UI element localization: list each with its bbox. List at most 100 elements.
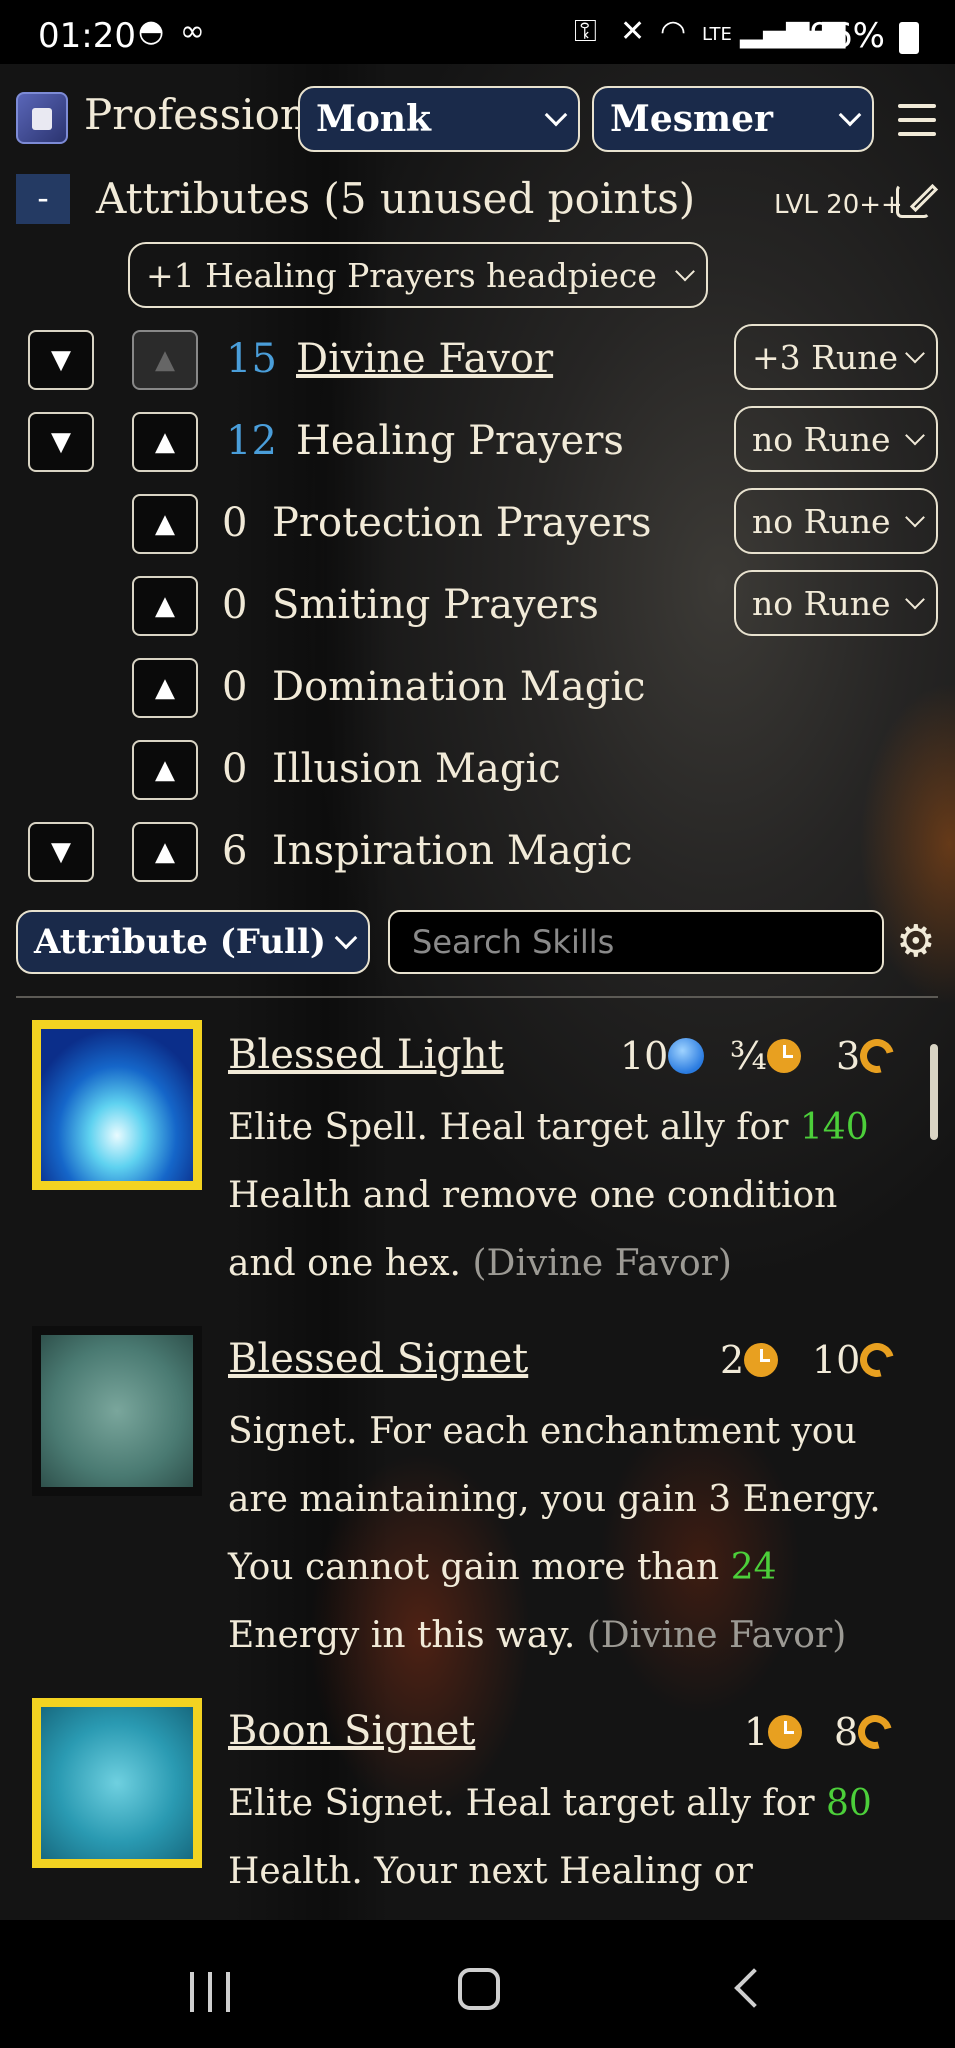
attribute-name: Healing Prayers bbox=[296, 418, 624, 464]
headpiece-select[interactable]: +1 Healing Prayers headpiece bbox=[128, 242, 708, 308]
scrollbar-thumb[interactable] bbox=[930, 1044, 938, 1140]
secondary-profession-select[interactable]: Mesmer bbox=[592, 86, 874, 152]
attribute-name: Domination Magic bbox=[272, 664, 646, 710]
skill-description: Signet. For each enchantment you are mai… bbox=[228, 1398, 908, 1670]
skill-sort-value: Attribute (Full) bbox=[34, 922, 326, 962]
desc-value: 24 bbox=[730, 1547, 777, 1588]
chevron-down-icon bbox=[905, 507, 925, 528]
primary-profession-select[interactable]: Monk bbox=[298, 86, 580, 152]
skill-name-link[interactable]: Boon Signet bbox=[228, 1708, 475, 1754]
increase-divine-favor-button[interactable]: ▲ bbox=[132, 330, 198, 390]
desc-text: Signet. For each enchantment you are mai… bbox=[228, 1411, 881, 1588]
skill-attribute: (Divine Favor) bbox=[472, 1243, 732, 1284]
increase-smiting-prayers-button[interactable]: ▲ bbox=[132, 576, 198, 636]
decrease-healing-prayers-button[interactable]: ▼ bbox=[28, 412, 94, 472]
skill-attribute: (Divine Favor) bbox=[586, 1615, 847, 1656]
search-placeholder: Search Skills bbox=[412, 923, 615, 961]
attribute-value: 15 bbox=[226, 336, 277, 382]
attribute-value: 0 bbox=[222, 664, 248, 710]
decrease-inspiration-magic-button[interactable]: ▼ bbox=[28, 822, 94, 882]
desc-text: Energy in this way. bbox=[228, 1615, 587, 1656]
increase-illusion-magic-button[interactable]: ▲ bbox=[132, 740, 198, 800]
desc-text: Health. Your next Healing or bbox=[228, 1851, 753, 1892]
collapse-attributes-button[interactable]: - bbox=[16, 174, 70, 224]
chevron-down-icon bbox=[544, 103, 568, 127]
headpiece-value: +1 Healing Prayers headpiece bbox=[146, 255, 657, 295]
rune-select-smiting-prayers[interactable]: no Rune bbox=[734, 570, 938, 636]
chevron-down-icon bbox=[905, 589, 925, 610]
recent-apps-icon[interactable] bbox=[190, 1972, 234, 2012]
recharge-time: 10 bbox=[812, 1336, 901, 1384]
save-build-icon[interactable] bbox=[16, 92, 68, 144]
recharge-value: 10 bbox=[812, 1338, 861, 1382]
skill-sort-select[interactable]: Attribute (Full) bbox=[16, 910, 370, 974]
chevron-down-icon bbox=[838, 103, 862, 127]
desc-value: 140 bbox=[799, 1107, 869, 1148]
link-icon: ∞ bbox=[180, 14, 205, 49]
desc-text: Elite Signet. Heal target ally for bbox=[228, 1783, 827, 1824]
increase-inspiration-magic-button[interactable]: ▲ bbox=[132, 822, 198, 882]
status-time: 01:20 bbox=[38, 16, 136, 56]
rune-value: no Rune bbox=[752, 583, 891, 623]
attribute-name: Illusion Magic bbox=[272, 746, 561, 792]
rune-select-healing-prayers[interactable]: no Rune bbox=[734, 406, 938, 472]
blessed-signet-skill-icon bbox=[32, 1326, 202, 1496]
skill-description: Elite Signet. Heal target ally for 80 He… bbox=[228, 1770, 908, 1906]
rune-select-protection-prayers[interactable]: no Rune bbox=[734, 488, 938, 554]
cast-time: ¾ bbox=[730, 1034, 801, 1078]
attribute-name: Inspiration Magic bbox=[272, 828, 633, 874]
energy-icon bbox=[668, 1038, 705, 1074]
primary-profession-value: Monk bbox=[316, 98, 431, 140]
recharge-time: 8 bbox=[834, 1708, 899, 1756]
attribute-name: Protection Prayers bbox=[272, 500, 652, 546]
gear-icon[interactable]: ⚙ bbox=[896, 920, 940, 964]
increase-protection-prayers-button[interactable]: ▲ bbox=[132, 494, 198, 554]
skill-name-link[interactable]: Blessed Signet bbox=[228, 1336, 528, 1382]
search-skills-input[interactable]: Search Skills bbox=[388, 910, 884, 974]
attribute-value: 0 bbox=[222, 500, 248, 546]
edit-icon[interactable] bbox=[896, 178, 939, 220]
home-icon[interactable] bbox=[458, 1968, 500, 2010]
attribute-value: 12 bbox=[226, 418, 277, 464]
recharge-icon bbox=[853, 1032, 901, 1080]
skill-description: Elite Spell. Heal target ally for 140 He… bbox=[228, 1094, 908, 1298]
recharge-icon bbox=[854, 1336, 901, 1384]
cast-time: 1 bbox=[744, 1710, 803, 1754]
decrease-divine-favor-button[interactable]: ▼ bbox=[28, 330, 94, 390]
attributes-title: Attributes (5 unused points) bbox=[96, 174, 696, 223]
rune-value: no Rune bbox=[752, 501, 891, 541]
attribute-value: 0 bbox=[222, 582, 248, 628]
status-bar: 01:20 ◓ ∞ ⚿ ✕ ◠ LTE ▂▄▆ ▂▄▆ 96% bbox=[0, 0, 955, 64]
cast-time-icon bbox=[744, 1343, 779, 1377]
cast-value: ¾ bbox=[730, 1034, 767, 1078]
chevron-down-icon bbox=[675, 261, 695, 282]
energy-value: 10 bbox=[620, 1034, 669, 1078]
recharge-value: 3 bbox=[836, 1034, 861, 1078]
rune-select-divine-favor[interactable]: +3 Rune bbox=[734, 324, 938, 390]
increase-domination-magic-button[interactable]: ▲ bbox=[132, 658, 198, 718]
wifi-icon: ◠ bbox=[660, 14, 687, 49]
cast-value: 2 bbox=[720, 1338, 745, 1382]
app-notification-icon: ◓ bbox=[138, 14, 165, 49]
cast-time-icon bbox=[766, 1039, 801, 1073]
rune-value: +3 Rune bbox=[752, 337, 899, 377]
cast-value: 1 bbox=[744, 1710, 769, 1754]
divider bbox=[16, 996, 938, 998]
chevron-down-icon bbox=[334, 926, 358, 950]
recharge-time: 3 bbox=[836, 1032, 901, 1080]
attribute-value: 0 bbox=[222, 746, 248, 792]
cast-time-icon bbox=[768, 1715, 803, 1749]
menu-icon[interactable] bbox=[898, 104, 936, 138]
boon-signet-skill-icon bbox=[32, 1698, 202, 1868]
level-label: LVL 20++ bbox=[774, 190, 903, 220]
vpn-key-icon: ⚿ bbox=[574, 14, 597, 49]
attribute-name: Smiting Prayers bbox=[272, 582, 599, 628]
skill-name-link[interactable]: Blessed Light bbox=[228, 1032, 504, 1078]
battery-percent: 96% bbox=[809, 16, 885, 56]
volte-icon: LTE bbox=[702, 24, 732, 45]
recharge-icon bbox=[851, 1708, 899, 1756]
blessed-light-skill-icon bbox=[32, 1020, 202, 1190]
increase-healing-prayers-button[interactable]: ▲ bbox=[132, 412, 198, 472]
attribute-name-link[interactable]: Divine Favor bbox=[296, 336, 553, 382]
profession-label: Profession bbox=[84, 90, 307, 139]
